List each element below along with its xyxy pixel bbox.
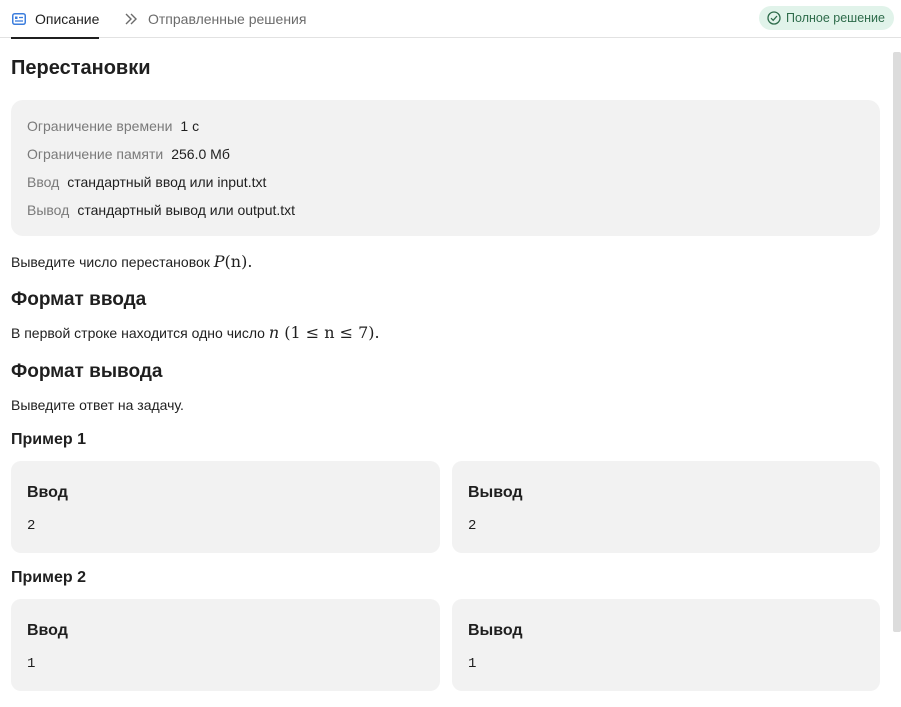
limit-label: Вывод: [27, 202, 70, 218]
document-list-icon: [11, 11, 27, 27]
example-1-input-card: Ввод 2: [11, 461, 440, 553]
scrollbar[interactable]: [893, 52, 901, 632]
tab-description[interactable]: Описание: [11, 0, 100, 39]
tab-submissions-label: Отправленные решения: [148, 11, 307, 27]
double-chevron-right-icon: [124, 11, 140, 27]
input-format-label: В первой строке находится одно число: [11, 325, 269, 341]
limit-value: стандартный ввод или input.txt: [67, 174, 267, 190]
card-value[interactable]: 1: [27, 656, 35, 672]
example-2-heading: Пример 2: [11, 569, 86, 586]
statement-math: P(n).: [214, 252, 253, 271]
card-title: Вывод: [468, 484, 523, 501]
tab-submissions[interactable]: Отправленные решения: [124, 0, 306, 38]
limits-panel: Ограничение времени 1 с Ограничение памя…: [11, 100, 880, 236]
status-badge-label: Полное решение: [786, 11, 885, 25]
problem-title: Перестановки: [11, 57, 151, 79]
card-value[interactable]: 1: [468, 656, 476, 672]
math-var: P: [213, 252, 225, 271]
check-circle-icon: [767, 11, 781, 25]
statement-text: Выведите число перестановок: [11, 254, 214, 270]
math-range: (1 ≤ n ≤ 7).: [284, 323, 380, 342]
card-title: Вывод: [468, 622, 523, 639]
limit-memory: Ограничение памяти 256.0 Мб: [27, 146, 230, 162]
limit-value: 1 с: [180, 118, 200, 134]
tab-bar: Описание Отправленные решения Полное реш…: [0, 0, 901, 39]
example-2-output-card: Вывод 1: [452, 599, 880, 691]
card-title: Ввод: [27, 622, 68, 639]
example-1-output-card: Вывод 2: [452, 461, 880, 553]
example-1-heading: Пример 1: [11, 431, 86, 448]
limit-value: стандартный вывод или output.txt: [77, 202, 296, 218]
statement: Выведите число перестановок P(n).: [11, 252, 252, 271]
output-format-text: Выведите ответ на задачу.: [11, 397, 184, 413]
status-badge: Полное решение: [759, 6, 894, 30]
card-title: Ввод: [27, 484, 68, 501]
input-math: n (1 ≤ n ≤ 7).: [269, 323, 380, 342]
math-var: n: [268, 323, 280, 342]
active-tab-underline: [11, 37, 100, 39]
limit-time: Ограничение времени 1 с: [27, 118, 199, 134]
output-format-heading: Формат вывода: [11, 361, 163, 382]
limit-value: 256.0 Мб: [171, 146, 230, 162]
math-arg: (n).: [224, 252, 253, 271]
tab-description-label: Описание: [35, 11, 100, 27]
limit-input: Ввод стандартный ввод или input.txt: [27, 174, 266, 190]
limit-output: Вывод стандартный вывод или output.txt: [27, 202, 295, 218]
limit-label: Ограничение времени: [27, 118, 173, 134]
limit-label: Ограничение памяти: [27, 146, 164, 162]
input-format-heading: Формат ввода: [11, 289, 147, 310]
card-value[interactable]: 2: [27, 518, 35, 534]
example-2-input-card: Ввод 1: [11, 599, 440, 691]
card-value[interactable]: 2: [468, 518, 476, 534]
input-format-text: В первой строке находится одно число n (…: [11, 323, 380, 342]
limit-label: Ввод: [27, 174, 60, 190]
